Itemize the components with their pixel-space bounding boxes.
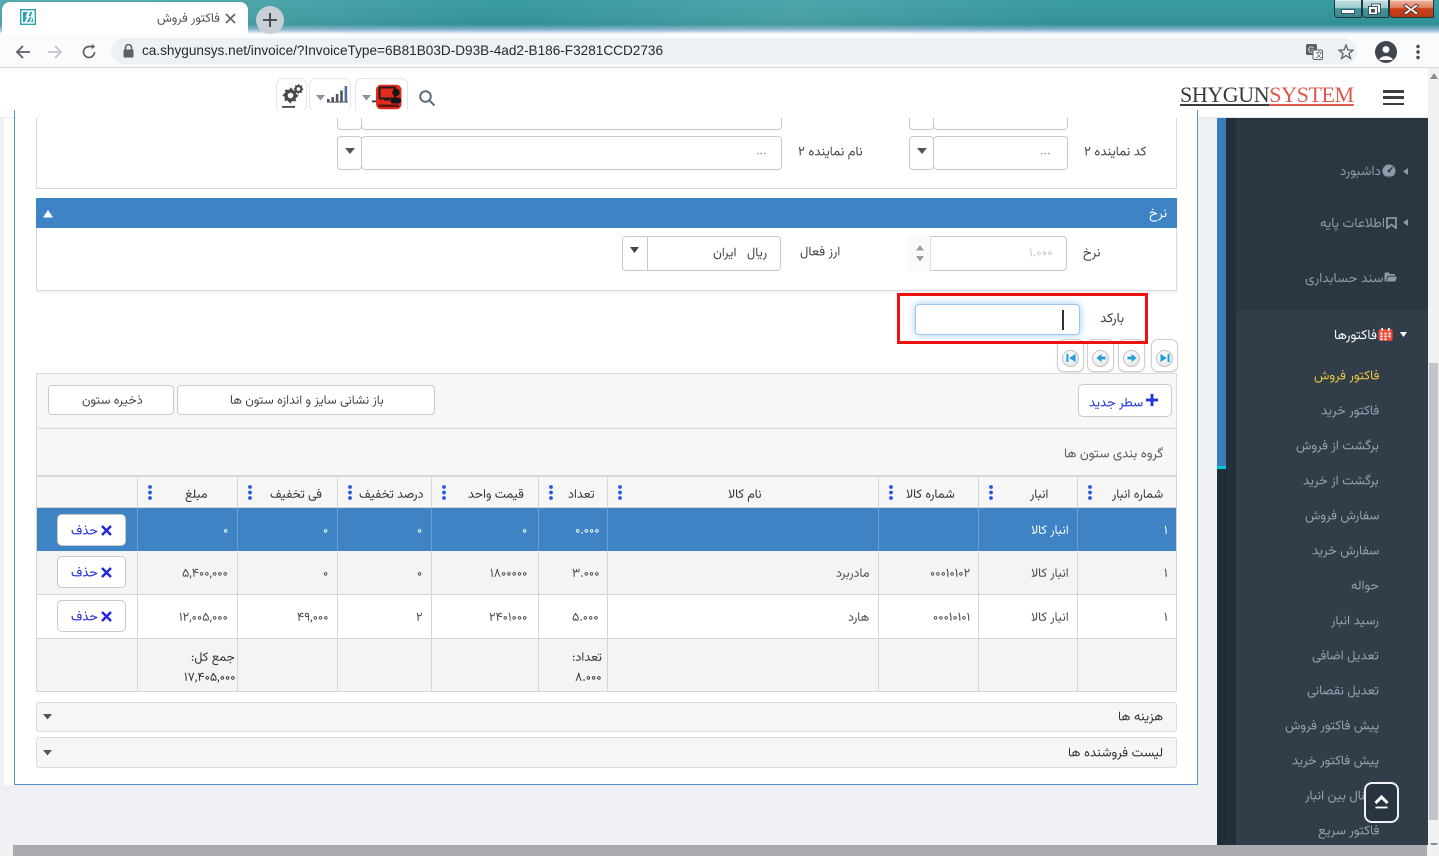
svg-text:文: 文 xyxy=(1315,50,1323,60)
